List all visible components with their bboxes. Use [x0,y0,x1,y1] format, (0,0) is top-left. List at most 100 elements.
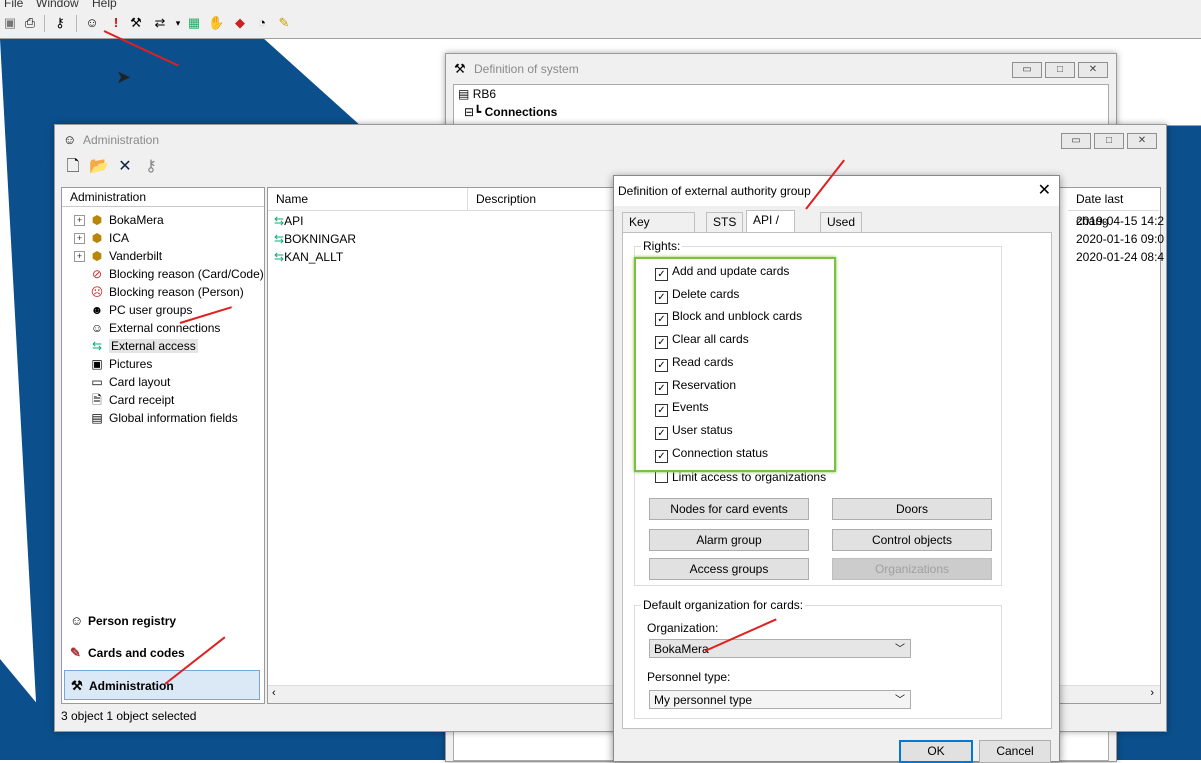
checkbox-icon[interactable]: ✓ [655,450,668,463]
tree-item-connections[interactable]: ⊟┗ Connections [464,105,557,119]
tools-icon[interactable]: ⚒ [128,15,144,31]
organization-icon: ⬢ [91,231,103,245]
tree-item-blocking-reason-person[interactable]: ☹ Blocking reason (Person) [74,283,244,301]
checkbox-block-unblock-cards[interactable]: ✓ Block and unblock cards [655,307,802,326]
close-button[interactable]: ✕ [1078,62,1108,78]
tab-sts[interactable]: STS [706,212,744,232]
list-item[interactable]: ⇆KAN_ALLT [274,248,343,266]
checkbox-icon[interactable]: ✓ [655,336,668,349]
checkbox-icon[interactable]: ✓ [655,427,668,440]
tree-item-external-access[interactable]: ⇆ External access [74,337,198,355]
tree-item-ica[interactable]: + ⬢ ICA [74,229,129,247]
user-group-icon: ☻ [90,303,104,317]
rights-group: Rights: ✓ Add and update cards ✓ Delete ca… [634,239,1002,586]
menu-window[interactable]: Window [36,0,79,10]
organization-select[interactable]: BokaMera ﹀ [649,639,911,658]
tree-item-external-connections[interactable]: ☺ External connections [74,319,221,337]
checkbox-icon[interactable] [655,470,668,483]
tree-item-global-information-fields[interactable]: ▤ Global information fields [74,409,237,427]
checkbox-icon[interactable]: ✓ [655,382,668,395]
tab-used-by[interactable]: Used by [820,212,863,248]
open-folder-icon[interactable]: 📂 [89,157,109,177]
external-connection-icon: ☺ [90,321,104,335]
maximize-button[interactable]: □ [1045,62,1075,78]
checkbox-delete-cards[interactable]: ✓ Delete cards [655,285,739,304]
tree-item-blocking-reason-card[interactable]: ⊘ Blocking reason (Card/Code) [74,265,264,283]
list-item[interactable]: ⇆BOKNINGAR [274,230,356,248]
print-icon[interactable]: ⎙ [22,15,38,31]
doors-button[interactable]: Doors [832,498,992,520]
personnel-type-label: Personnel type: [647,670,731,684]
checkbox-read-cards[interactable]: ✓ Read cards [655,353,733,372]
hand-icon[interactable]: ✋ [208,15,224,31]
checkbox-reservation[interactable]: ✓ Reservation [655,376,736,395]
close-button[interactable]: ✕ [1127,133,1157,149]
chevron-right-icon[interactable]: › [1150,687,1154,699]
new-document-icon[interactable]: 🗋 [63,157,83,177]
checkbox-events[interactable]: ✓ Events [655,398,709,417]
chevron-down-icon[interactable]: ﹀ [895,640,905,659]
tree-item-card-layout[interactable]: ▭ Card layout [74,373,170,391]
expand-icon[interactable]: + [74,215,85,227]
delete-icon[interactable]: ✕ [115,157,135,177]
expand-icon[interactable]: + [74,251,85,263]
tree-item-bokamera[interactable]: + ⬢ BokaMera [74,211,164,229]
nodes-for-card-events-button[interactable]: Nodes for card events [649,498,809,520]
close-icon[interactable]: ✕ [1038,180,1051,200]
checkbox-connection-status[interactable]: ✓ Connection status [655,444,768,463]
tree-item-label: BokaMera [109,213,164,227]
list-item-date: 2020-01-16 09:0 [1076,232,1165,246]
external-access-icon: ⇆ [274,232,285,246]
minimize-button[interactable]: ▭ [1012,62,1042,78]
checkbox-icon[interactable]: ✓ [655,291,668,304]
checkbox-icon[interactable]: ✓ [655,359,668,372]
chevron-left-icon[interactable]: ‹ [272,687,276,699]
organizations-button: Organizations [832,558,992,580]
tree-item-label: Vanderbilt [109,249,163,263]
control-objects-button[interactable]: Control objects [832,529,992,551]
building-icon[interactable]: ▦ [186,15,202,31]
tree-item-pictures[interactable]: ▣ Pictures [74,355,152,373]
key-icon[interactable]: ⚷ [52,15,68,31]
swap-icon[interactable]: ⇄ [152,15,168,31]
report-icon[interactable]: ✎ [276,15,292,31]
save-icon[interactable]: ▣ [2,15,18,31]
person-admin-icon[interactable]: ☺ [84,15,100,31]
checkbox-user-status[interactable]: ✓ User status [655,421,733,440]
tab-key-information[interactable]: Key information [622,212,696,248]
checkbox-icon[interactable]: ✓ [655,404,668,417]
access-groups-button[interactable]: Access groups [649,558,809,580]
tree-item-card-receipt[interactable]: 🗎 Card receipt [74,391,174,409]
tree-item-vanderbilt[interactable]: + ⬢ Vanderbilt [74,247,162,265]
checkbox-add-update-cards[interactable]: ✓ Add and update cards [655,262,789,281]
nav-administration[interactable]: ⚒ Administration [64,670,260,700]
column-header-description[interactable]: Description [468,188,617,211]
tab-api-bapsi[interactable]: API / BAPSI [746,210,796,246]
key-icon[interactable]: ⚷ [141,157,161,177]
checkbox-icon[interactable]: ✓ [655,313,668,326]
tree-item-pc-user-groups[interactable]: ☻ PC user groups [74,301,193,319]
nav-person-registry[interactable]: ☺ Person registry [64,606,260,636]
menu-file[interactable]: File [4,0,23,10]
minimize-button[interactable]: ▭ [1061,133,1091,149]
chevron-down-icon[interactable]: ▾ [170,15,186,31]
tree-item-rb6[interactable]: ▤ RB6 [458,87,496,101]
column-header-date[interactable]: Date last chang [1068,188,1159,228]
nav-cards-and-codes[interactable]: ✎ Cards and codes [64,638,260,668]
list-item[interactable]: ⇆API [274,212,303,230]
cards-icon[interactable]: ◆ [232,15,248,31]
maximize-button[interactable]: □ [1094,133,1124,149]
cards-icon: ✎ [70,645,81,660]
checkbox-limit-access-organizations[interactable]: Limit access to organizations [655,468,826,486]
dialog-title: Definition of external authority group [618,184,811,198]
checkbox-clear-all-cards[interactable]: ✓ Clear all cards [655,330,749,349]
column-header-name[interactable]: Name [268,188,468,211]
expand-icon[interactable]: + [74,233,85,245]
alarm-group-button[interactable]: Alarm group [649,529,809,551]
checkbox-icon[interactable]: ✓ [655,268,668,281]
personnel-type-select[interactable]: My personnel type ﹀ [649,690,911,709]
chevron-down-icon[interactable]: ﹀ [895,691,905,710]
alert-icon[interactable]: ! [108,15,124,31]
schedule-icon[interactable]: ◔ [254,15,270,31]
menu-help[interactable]: Help [92,0,117,10]
